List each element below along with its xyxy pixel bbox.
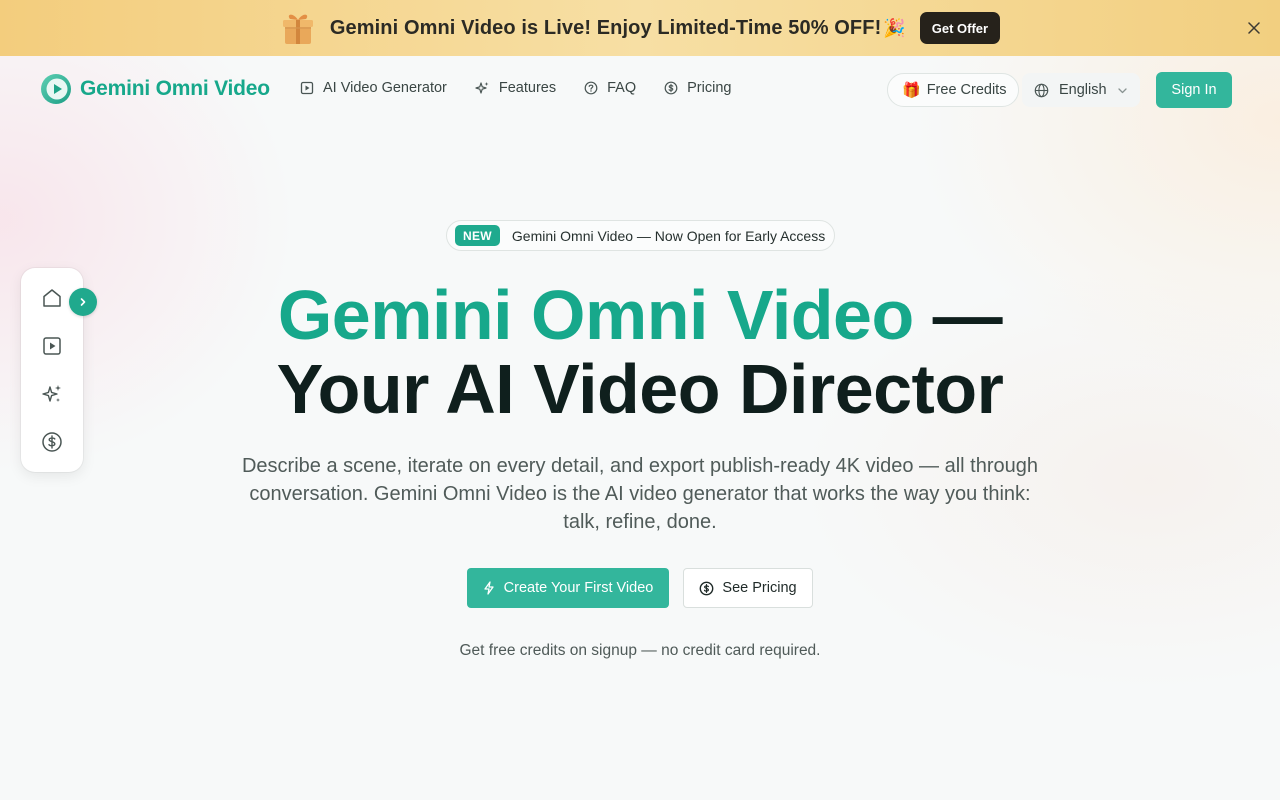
close-icon[interactable] <box>1244 18 1264 38</box>
play-square-icon <box>300 81 314 95</box>
logo[interactable]: Gemini Omni Video <box>40 73 270 105</box>
nav-label: FAQ <box>607 80 637 96</box>
party-popper-icon: 🎉 <box>883 17 906 38</box>
gift-icon <box>282 14 313 44</box>
badge-text: Gemini Omni Video — Now Open for Early A… <box>511 227 826 244</box>
hero-title-dash: — <box>913 276 1003 354</box>
nav-ai-video-generator[interactable]: AI Video Generator <box>300 80 447 96</box>
gift-icon: 🎁 <box>902 82 921 99</box>
logo-icon <box>41 74 71 104</box>
free-credits-label: Free Credits <box>926 82 1007 98</box>
lightning-icon <box>484 581 494 595</box>
dollar-circle-icon <box>664 81 678 95</box>
new-tag: NEW <box>455 225 500 246</box>
get-offer-button[interactable]: Get Offer <box>919 12 1001 44</box>
early-access-badge[interactable]: NEW Gemini Omni Video — Now Open for Ear… <box>446 220 835 251</box>
promo-content: Gemini Omni Video is Live! Enjoy Limited… <box>280 10 1001 46</box>
rail-pricing[interactable] <box>40 430 64 454</box>
dollar-circle-icon <box>700 581 714 595</box>
logo-text: Gemini Omni Video <box>80 77 270 100</box>
nav-features[interactable]: Features <box>475 80 556 96</box>
help-circle-icon <box>584 81 598 95</box>
nav-pricing[interactable]: Pricing <box>664 80 731 96</box>
see-pricing-label: See Pricing <box>722 580 797 596</box>
language-select[interactable]: English <box>1022 73 1140 107</box>
dollar-circle-icon <box>42 432 62 452</box>
nav-label: AI Video Generator <box>323 80 447 96</box>
language-label: English <box>1059 82 1107 98</box>
hero-title-line1: Gemini Omni Video — <box>0 278 1280 352</box>
promo-banner: Gemini Omni Video is Live! Enjoy Limited… <box>0 0 1280 56</box>
hero-subtitle: Describe a scene, iterate on every detai… <box>241 455 1038 533</box>
create-first-video-label: Create Your First Video <box>503 580 654 596</box>
free-credits-button[interactable]: 🎁 Free Credits <box>887 73 1020 107</box>
hero-title-line2: Your AI Video Director <box>276 350 1004 428</box>
nav-label: Pricing <box>687 80 732 96</box>
nav-links: AI Video Generator Features FAQ Pricing <box>300 80 759 96</box>
sparkles-icon <box>475 81 489 94</box>
signup-note: Get free credits on signup — no credit c… <box>459 642 821 659</box>
globe-icon <box>1034 83 1049 97</box>
sign-in-button[interactable]: Sign In <box>1156 72 1232 108</box>
hero-title-accent: Gemini Omni Video <box>277 276 914 354</box>
promo-text: Gemini Omni Video is Live! Enjoy Limited… <box>329 16 882 39</box>
nav-faq[interactable]: FAQ <box>584 80 636 96</box>
see-pricing-button[interactable]: See Pricing <box>683 568 813 608</box>
top-nav: Gemini Omni Video AI Video Generator Fea… <box>0 56 1280 124</box>
chevron-down-icon <box>1117 87 1127 93</box>
create-first-video-button[interactable]: Create Your First Video <box>467 568 669 608</box>
nav-label: Features <box>498 80 557 96</box>
